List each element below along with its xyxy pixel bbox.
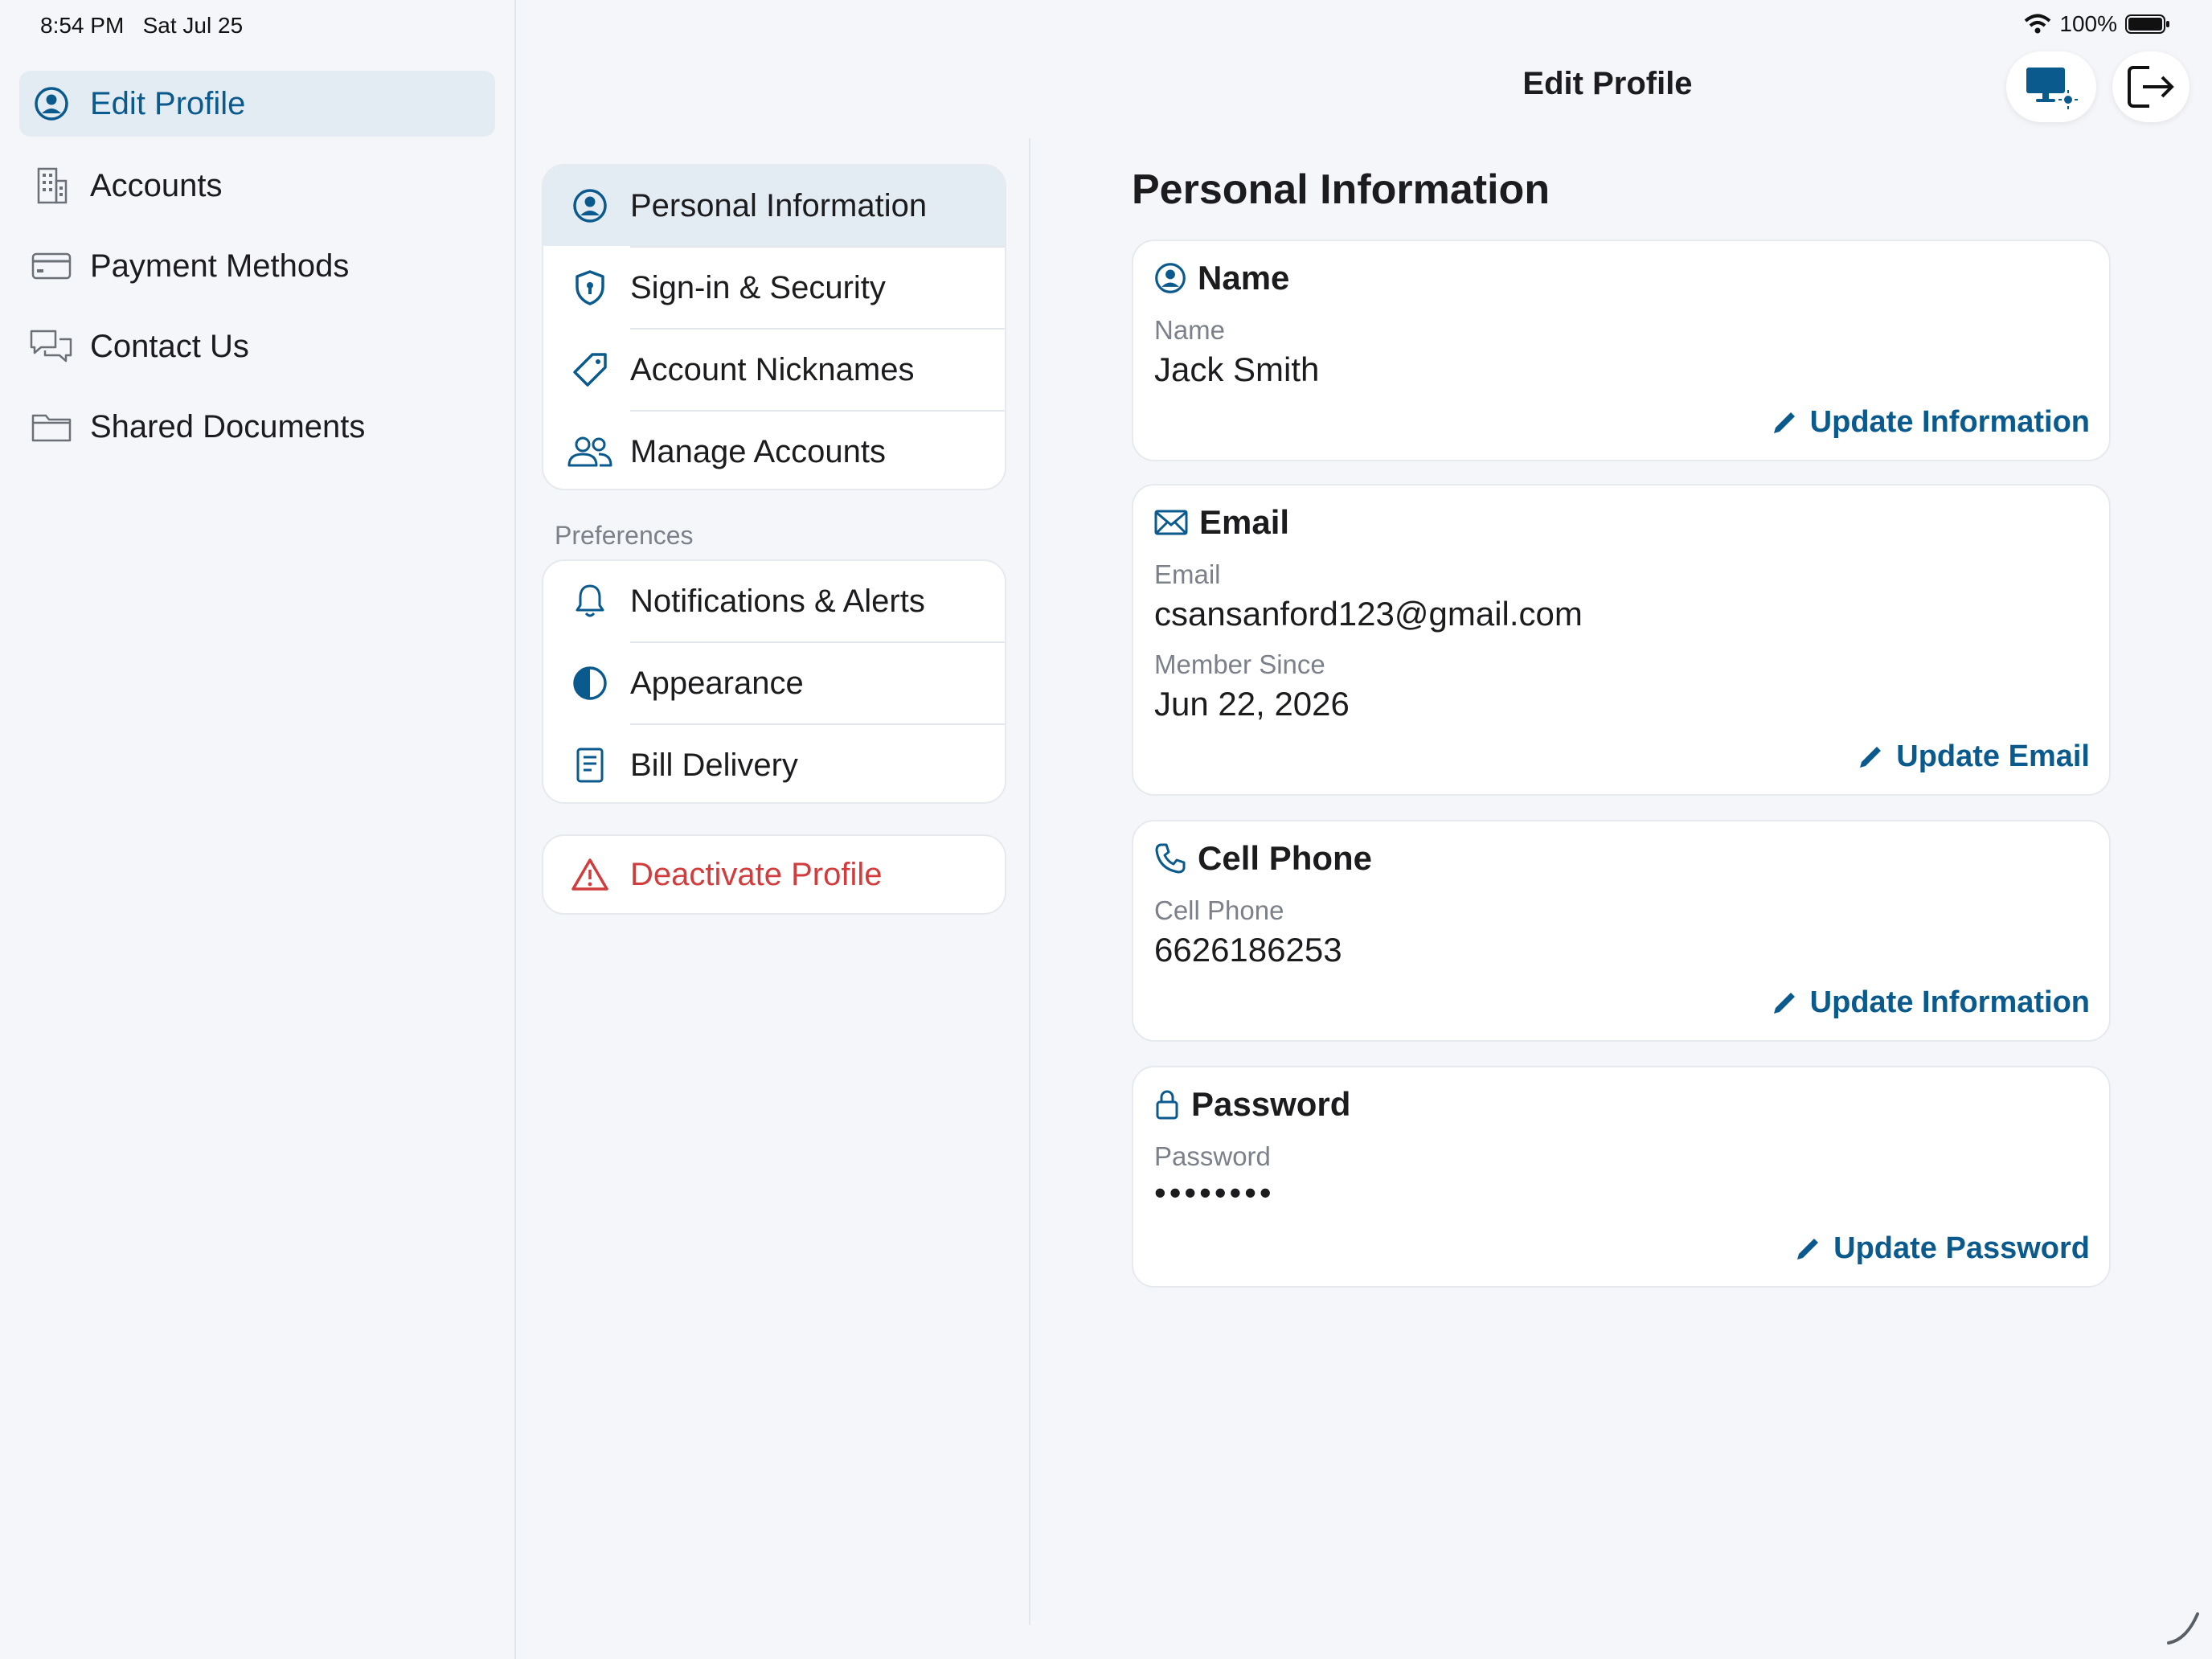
lock-icon (1156, 1090, 1178, 1120)
menu-item-manage-accounts[interactable]: Manage Accounts (543, 412, 1005, 489)
folder-icon (27, 403, 76, 451)
update-information-button[interactable]: Update Information (1770, 985, 2090, 1020)
field-label: Email (1154, 559, 1221, 589)
pencil-icon (1773, 412, 1795, 433)
menu-item-label: Account Nicknames (630, 351, 915, 387)
sidebar-item-edit-profile[interactable]: Edit Profile (19, 71, 495, 137)
menu-item-label: Appearance (630, 665, 804, 701)
cell-phone-card: Cell Phone Cell Phone 6626186253 Update … (1132, 820, 2111, 1042)
menu-item-label: Personal Information (630, 187, 928, 223)
battery-percent: 100% (2059, 11, 2117, 36)
person-circle-icon (566, 182, 614, 230)
card-header: Password (1154, 1085, 1350, 1124)
page-title: Edit Profile (1522, 66, 1693, 101)
building-icon (27, 162, 76, 210)
update-password-button[interactable]: Update Password (1793, 1231, 2090, 1266)
member-since-value: Jun 22, 2026 (1154, 685, 1350, 723)
update-email-button[interactable]: Update Email (1856, 739, 2090, 774)
pencil-icon (1773, 992, 1795, 1014)
pencil-icon (1797, 1238, 1819, 1260)
card-title: Password (1191, 1085, 1351, 1123)
card-header: Email (1154, 503, 1289, 542)
panel-divider (1029, 138, 1030, 1625)
deactivate-profile-button[interactable]: Deactivate Profile (543, 836, 1005, 913)
chat-bubbles-icon (27, 322, 76, 371)
password-card: Password Password •••••••• Update Passwo… (1132, 1066, 2111, 1288)
field-label: Member Since (1154, 649, 1325, 679)
logout-button[interactable] (2112, 51, 2189, 122)
name-card: Name Name Jack Smith Update Information (1132, 240, 2111, 461)
menu-item-personal-information[interactable]: Personal Information (543, 166, 1005, 246)
name-value: Jack Smith (1154, 350, 1320, 388)
battery-icon (2125, 14, 2169, 34)
resize-handle-icon (2167, 1612, 2199, 1645)
deactivate-profile-label: Deactivate Profile (630, 856, 883, 892)
logout-icon (2128, 66, 2174, 108)
update-information-button[interactable]: Update Information (1770, 405, 2090, 440)
person-circle-icon (1155, 263, 1186, 293)
wifi-icon (2025, 14, 2051, 34)
phone-icon (1155, 843, 1186, 874)
envelope-icon (1154, 510, 1188, 535)
status-time: 8:54 PM Sat Jul 25 (40, 13, 244, 38)
menu-item-appearance[interactable]: Appearance (543, 643, 1005, 723)
field-label: Cell Phone (1154, 895, 1284, 925)
warning-icon (566, 850, 614, 899)
preferences-header: Preferences (555, 521, 694, 550)
people-icon (566, 428, 614, 476)
sidebar-item-payment-methods[interactable]: Payment Methods (19, 233, 495, 299)
person-circle-icon (27, 80, 76, 128)
sidebar-item-label: Shared Documents (90, 408, 366, 444)
shield-icon (566, 264, 614, 312)
half-circle-icon (566, 659, 614, 707)
menu-item-bill-delivery[interactable]: Bill Delivery (543, 725, 1005, 802)
card-title: Email (1199, 503, 1290, 541)
card-header: Name (1154, 259, 1289, 297)
credit-card-icon (27, 242, 76, 290)
sidebar-item-label: Edit Profile (90, 85, 246, 121)
email-value: csansanford123@gmail.com (1154, 595, 1583, 633)
cell-phone-value: 6626186253 (1154, 931, 1342, 969)
sidebar-item-label: Contact Us (90, 328, 249, 364)
menu-item-label: Bill Delivery (630, 747, 798, 783)
section-title: Personal Information (1132, 166, 1550, 213)
menu-item-notifications-alerts[interactable]: Notifications & Alerts (543, 561, 1005, 641)
display-brightness-icon (2026, 68, 2078, 109)
sidebar-item-label: Accounts (90, 167, 223, 203)
email-card: Email Email csansanford123@gmail.com Mem… (1132, 484, 2111, 796)
main-menu-card: Personal Information Sign-in & Security … (542, 164, 1006, 490)
menu-item-label: Manage Accounts (630, 433, 886, 469)
sidebar-item-accounts[interactable]: Accounts (19, 153, 495, 219)
document-icon (566, 741, 614, 789)
menu-item-sign-in-security[interactable]: Sign-in & Security (543, 248, 1005, 328)
status-indicators: 100% (2024, 11, 2170, 37)
bell-icon (566, 577, 614, 625)
card-title: Name (1198, 259, 1290, 297)
card-header: Cell Phone (1154, 839, 1372, 878)
field-label: Name (1154, 315, 1226, 345)
sidebar-item-label: Payment Methods (90, 248, 350, 284)
sidebar-item-contact-us[interactable]: Contact Us (19, 313, 495, 379)
menu-item-label: Sign-in & Security (630, 269, 886, 305)
pencil-icon (1860, 746, 1882, 768)
field-label: Password (1154, 1141, 1271, 1171)
preferences-menu-card: Notifications & Alerts Appearance Bill D… (542, 559, 1006, 804)
menu-item-account-nicknames[interactable]: Account Nicknames (543, 330, 1005, 410)
sidebar-item-shared-documents[interactable]: Shared Documents (19, 394, 495, 460)
status-date: Sat Jul 25 (142, 13, 244, 38)
tag-icon (566, 346, 614, 394)
menu-item-label: Notifications & Alerts (630, 583, 925, 619)
card-title: Cell Phone (1198, 839, 1373, 877)
deactivate-profile-card: Deactivate Profile (542, 834, 1006, 915)
display-settings-button[interactable] (2006, 51, 2096, 122)
password-value: •••••••• (1154, 1174, 1275, 1211)
